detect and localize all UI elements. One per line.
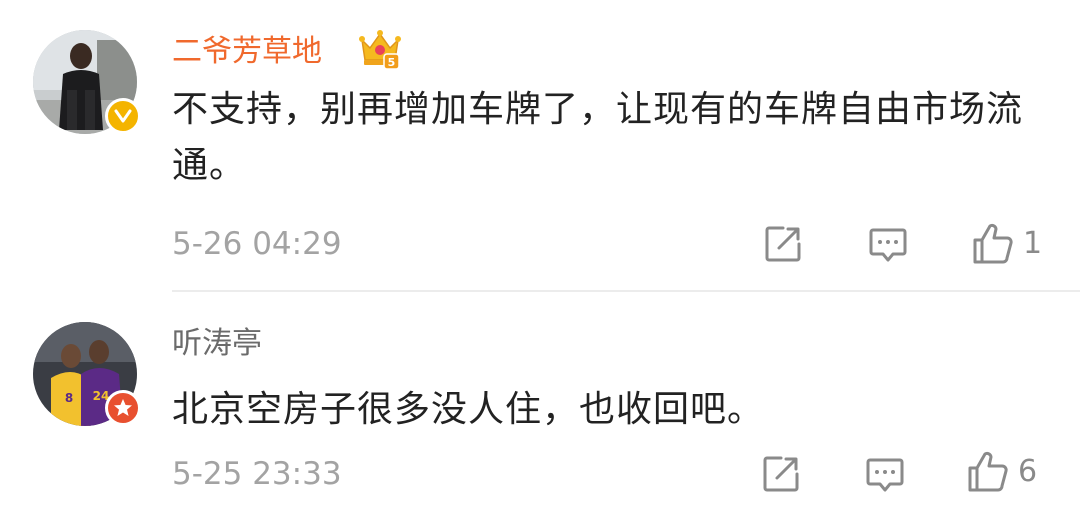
comment-item: 8 24 听涛亭 北京空房子很多没人住，也收回吧。 5-25 23:33 6 (0, 292, 1080, 516)
comment-text: 不支持，别再增加车牌了，让现有的车牌自由市场流通。 (172, 89, 1024, 186)
avatar[interactable] (33, 30, 141, 134)
comment-reply-icon (866, 458, 904, 492)
comment-timestamp: 5-26 04:29 (172, 226, 342, 262)
like-button[interactable]: 1 (971, 222, 1042, 266)
thumbs-up-icon (973, 223, 1013, 264)
comment-item: 二爷芳草地 5 不支持，别再增加车牌了，让现有的车牌自由市场流通。 5-26 0… (0, 0, 1080, 290)
comment-timestamp: 5-25 23:33 (172, 456, 342, 492)
reply-button[interactable] (864, 456, 906, 496)
thumbs-up-icon (968, 451, 1008, 492)
like-button[interactable]: 6 (966, 450, 1037, 494)
avatar[interactable]: 8 24 (33, 322, 141, 426)
share-edit-icon (763, 456, 799, 492)
like-count: 6 (1018, 454, 1038, 489)
username[interactable]: 听涛亭 (172, 326, 262, 362)
comment-text: 北京空房子很多没人住，也收回吧。 (172, 389, 765, 430)
svg-text:8: 8 (65, 391, 73, 405)
share-button[interactable] (763, 224, 803, 264)
share-edit-icon (765, 226, 801, 262)
username[interactable]: 二爷芳草地 (172, 34, 322, 70)
share-button[interactable] (761, 454, 801, 494)
star-badge-icon (105, 390, 141, 426)
vip-level: 5 (388, 56, 396, 69)
comment-reply-icon (869, 228, 907, 262)
vip-crown-icon[interactable]: 5 (358, 26, 402, 70)
verified-v-icon (105, 98, 141, 134)
reply-button[interactable] (867, 226, 909, 266)
like-count: 1 (1023, 226, 1043, 261)
